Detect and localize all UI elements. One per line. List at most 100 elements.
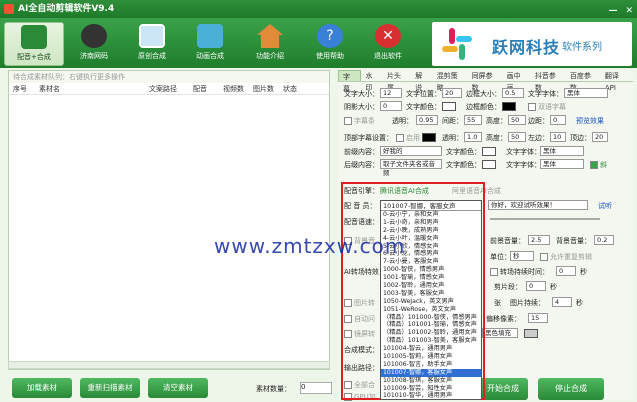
- voice-option[interactable]: 101008-智琪，客服女声: [381, 377, 481, 385]
- bilingual-checkbox[interactable]: [528, 103, 536, 111]
- text-color-swatch[interactable]: [442, 102, 456, 111]
- voice-option[interactable]: 1051-WeRose，英文女声: [381, 306, 481, 314]
- italic-checkbox[interactable]: [590, 161, 598, 169]
- voice-option[interactable]: （精品）101003-智美，客服女声: [381, 337, 481, 345]
- preview-text-input[interactable]: 你好，欢迎试听效果！: [488, 200, 588, 210]
- text-pos-input[interactable]: 20: [442, 88, 462, 98]
- margin-input[interactable]: 0: [550, 115, 566, 125]
- border-color-swatch[interactable]: [502, 102, 516, 111]
- picture-icon: [139, 24, 165, 48]
- cut-label: 剪片段：: [494, 283, 522, 291]
- bar-height-input[interactable]: 50: [508, 115, 526, 125]
- tab-baidu[interactable]: 百度参数: [566, 70, 601, 92]
- voice-option[interactable]: 1-云小奇，亲和男声: [381, 219, 481, 227]
- image-duration-input[interactable]: 4: [552, 297, 572, 307]
- voice-option[interactable]: 101010-智华，通用男声: [381, 392, 481, 399]
- app-icon: [4, 4, 14, 14]
- fill-select[interactable]: 黑色填充: [482, 328, 518, 338]
- bar-height-label: 高度：: [486, 117, 507, 125]
- border-size-input[interactable]: 0.5: [502, 88, 524, 98]
- audition-link[interactable]: 试听: [598, 201, 612, 211]
- tab-same-screen[interactable]: 同屏参数: [468, 70, 503, 92]
- material-queue-panel[interactable]: 待合成素材队列：右键执行更多操作 序号 素材名 文案路径 配音 视频数 图片数 …: [8, 70, 330, 370]
- cut-input[interactable]: 0: [526, 281, 546, 291]
- load-material-button[interactable]: 加载素材: [12, 378, 72, 398]
- top-height-input[interactable]: 50: [508, 132, 526, 142]
- prefix-font-label: 文字字体：: [506, 148, 541, 156]
- image-duration-sec: 秒: [576, 299, 583, 307]
- toolbar-original[interactable]: 原创合成: [122, 22, 182, 66]
- margin-label: 边距：: [528, 117, 549, 125]
- prefix-color-swatch[interactable]: [482, 147, 496, 156]
- queue-hscrollbar[interactable]: [8, 361, 330, 369]
- suffix-font-select[interactable]: 黑体: [540, 159, 584, 169]
- toolbar-exit[interactable]: ✕ 退出软件: [358, 22, 418, 66]
- help-icon: ?: [317, 24, 343, 48]
- clear-material-button[interactable]: 清空素材: [148, 378, 208, 398]
- transition-sec-label: 秒: [580, 268, 587, 276]
- toolbar-jinan[interactable]: 济南网码: [64, 22, 124, 66]
- voice-option[interactable]: 101005-智莉，通用女声: [381, 353, 481, 361]
- font-family-select[interactable]: 黑体: [564, 88, 608, 98]
- top-color-swatch[interactable]: [422, 133, 436, 142]
- allow-repeat-checkbox[interactable]: [540, 253, 548, 261]
- transition-duration-input[interactable]: 0: [556, 266, 576, 276]
- voice-option[interactable]: 1001-智瑜，情感女声: [381, 274, 481, 282]
- stop-compose-button[interactable]: 停止合成: [538, 378, 604, 400]
- voice-option[interactable]: 101004-智云，通用男声: [381, 345, 481, 353]
- toolbar-dub-compose[interactable]: 配音+合成: [4, 22, 64, 66]
- exit-icon: ✕: [375, 24, 401, 48]
- brand-logo: 跃网科技 软件系列: [432, 22, 632, 66]
- voice-option[interactable]: 1050-WeJack，英文男声: [381, 298, 481, 306]
- voice-select-value[interactable]: 101007-智娜，客服女声: [381, 201, 481, 211]
- tab-mix-strategy[interactable]: 混剪策略: [433, 70, 468, 92]
- voice-dropdown[interactable]: 101007-智娜，客服女声 0-云小宁，亲和女声 1-云小奇，亲和男声 2-云小晚…: [380, 200, 482, 400]
- col-dub: 配音: [193, 85, 207, 93]
- voice-option[interactable]: 101006-智言，助手女声: [381, 361, 481, 369]
- transition-checkbox[interactable]: [490, 268, 498, 276]
- pixel-offset-input[interactable]: 15: [528, 313, 548, 323]
- subtitle-bar-checkbox[interactable]: [344, 117, 352, 125]
- material-count-value: 0: [300, 382, 332, 394]
- bilingual-label: 双语字幕: [538, 103, 566, 111]
- tab-narration[interactable]: 解说: [411, 70, 432, 92]
- rescan-material-button[interactable]: 重新扫描素材: [80, 378, 140, 398]
- tab-douyin[interactable]: 抖音参数: [531, 70, 566, 92]
- voice-option[interactable]: 101007-智娜，客服女声: [381, 368, 481, 377]
- voice-option[interactable]: 1002-智聆，通用女声: [381, 282, 481, 290]
- shadow-input[interactable]: 0: [380, 101, 402, 111]
- enable-top-checkbox[interactable]: [396, 134, 404, 142]
- toolbar-features[interactable]: 功能介绍: [240, 22, 300, 66]
- font-size-input[interactable]: 12: [380, 88, 402, 98]
- allow-repeat-label: 允许重复剪辑: [550, 253, 592, 261]
- speed-slider[interactable]: [490, 218, 600, 220]
- toolbar-animation[interactable]: 动画合成: [180, 22, 240, 66]
- tab-subtitle[interactable]: 字幕: [338, 70, 362, 93]
- preview-link[interactable]: 预览效果: [576, 116, 604, 126]
- voice-option[interactable]: 1000-智侠，情感男声: [381, 266, 481, 274]
- image-count-unit: 张: [494, 299, 501, 307]
- top-left-input[interactable]: 10: [550, 132, 566, 142]
- top-top-input[interactable]: 20: [592, 132, 608, 142]
- tab-translate-api[interactable]: 翻译API: [601, 70, 633, 92]
- transparency-input[interactable]: 0.95: [416, 115, 438, 125]
- prefix-font-select[interactable]: 黑体: [540, 146, 584, 156]
- tab-pip[interactable]: 画中画: [503, 70, 531, 92]
- voice-option[interactable]: 1003-智美，客服女声: [381, 290, 481, 298]
- tab-watermark[interactable]: 水印: [361, 70, 382, 92]
- prefix-input[interactable]: 好我的: [380, 146, 442, 156]
- suffix-input[interactable]: 取子文件夹名或音频: [380, 159, 442, 177]
- start-compose-button[interactable]: 开始合成: [478, 378, 528, 400]
- bg-volume-input[interactable]: 0.2: [594, 235, 614, 245]
- top-trans-input[interactable]: 1.0: [464, 132, 482, 142]
- fg-volume-input[interactable]: 2.5: [528, 235, 550, 245]
- bar-gap-input[interactable]: 55: [464, 115, 482, 125]
- toolbar-help[interactable]: ? 使用帮助: [300, 22, 360, 66]
- top-trans-label: 透明：: [442, 134, 463, 142]
- unit-select[interactable]: 秒: [510, 251, 534, 261]
- cut-sec-label: 秒: [550, 283, 557, 291]
- suffix-color-swatch[interactable]: [482, 160, 496, 169]
- voice-option[interactable]: 0-云小宁，亲和女声: [381, 211, 481, 219]
- fill-color-swatch[interactable]: [524, 329, 538, 338]
- tab-intro-outro[interactable]: 片头尾: [383, 70, 411, 92]
